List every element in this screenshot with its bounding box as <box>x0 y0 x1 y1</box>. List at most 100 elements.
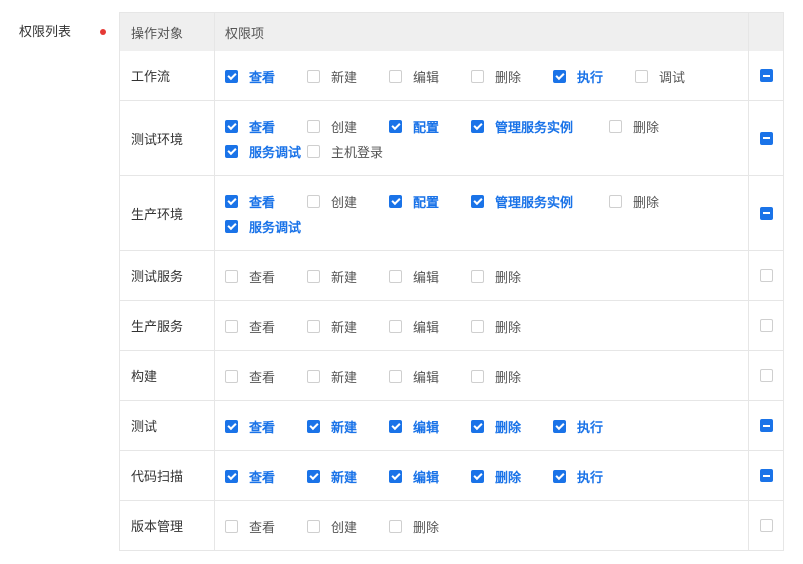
permission-label: 查看 <box>249 321 276 336</box>
permission-checkbox[interactable]: 配置 <box>389 114 471 139</box>
permission-label: 创建 <box>331 521 358 536</box>
table-row: 生产服务 查看 新建 编辑 删除 <box>120 300 783 350</box>
permission-checkbox[interactable]: 删除 <box>471 64 553 89</box>
permission-checkbox[interactable]: 执行 <box>553 64 635 89</box>
checkbox-checked-icon <box>225 120 238 133</box>
permission-checkbox[interactable]: 查看 <box>225 64 307 89</box>
permission-checkbox[interactable]: 删除 <box>471 464 553 489</box>
permission-checkbox[interactable]: 新建 <box>307 64 389 89</box>
checkbox-unchecked-icon <box>225 270 238 283</box>
checkbox-checked-icon <box>225 70 238 83</box>
checkbox-unchecked-icon <box>307 270 320 283</box>
permission-label: 删除 <box>633 196 660 211</box>
checkbox-unchecked-icon <box>389 320 402 333</box>
permission-checkbox[interactable]: 新建 <box>307 314 389 339</box>
permission-checkbox[interactable]: 查看 <box>225 264 307 289</box>
row-select-all-cell <box>749 501 783 550</box>
permission-checkbox[interactable]: 配置 <box>389 189 471 214</box>
permission-checkbox[interactable]: 查看 <box>225 314 307 339</box>
permission-checkbox[interactable]: 新建 <box>307 464 389 489</box>
permission-checkbox[interactable]: 编辑 <box>389 314 471 339</box>
checkbox-unchecked-icon <box>225 320 238 333</box>
permission-checkbox[interactable]: 新建 <box>307 364 389 389</box>
table-row: 测试服务 查看 新建 编辑 删除 <box>120 250 783 300</box>
permission-checkbox[interactable]: 查看 <box>225 189 307 214</box>
permission-checkbox[interactable]: 编辑 <box>389 64 471 89</box>
checkbox-unchecked-icon <box>307 370 320 383</box>
row-permissions: 查看 新建 编辑 删除 <box>215 251 749 300</box>
permission-label: 服务调试 <box>249 221 302 236</box>
permission-checkbox[interactable]: 删除 <box>471 364 553 389</box>
permission-checkbox[interactable]: 删除 <box>389 514 471 539</box>
permission-label: 编辑 <box>413 271 440 286</box>
row-permissions: 查看 新建 编辑 删除 <box>215 351 749 400</box>
select-all-indeterminate-checkbox[interactable] <box>759 131 773 145</box>
checkbox-unchecked-icon <box>307 120 320 133</box>
checkbox-unchecked-icon <box>389 70 402 83</box>
checkbox-checked-icon <box>307 420 320 433</box>
row-object-label: 构建 <box>120 351 215 400</box>
permission-label: 主机登录 <box>331 146 384 161</box>
table-row: 代码扫描 查看 新建 编辑 删除 执行 <box>120 450 783 500</box>
select-all-checkbox[interactable] <box>759 519 773 532</box>
checkbox-unchecked-icon <box>307 195 320 208</box>
permission-checkbox[interactable]: 查看 <box>225 464 307 489</box>
permission-checkbox[interactable]: 管理服务实例 <box>471 189 609 214</box>
permission-checkbox[interactable]: 查看 <box>225 364 307 389</box>
permission-checkbox[interactable]: 调试 <box>635 64 717 89</box>
permission-label: 查看 <box>249 121 276 136</box>
checkbox-unchecked-icon <box>307 520 320 533</box>
permission-checkbox[interactable]: 执行 <box>553 414 635 439</box>
permission-checkbox[interactable]: 查看 <box>225 514 307 539</box>
permission-checkbox[interactable]: 执行 <box>553 464 635 489</box>
checkbox-unchecked-icon <box>635 70 648 83</box>
checkbox-checked-icon <box>389 470 402 483</box>
permission-checkbox[interactable]: 编辑 <box>389 364 471 389</box>
select-all-checkbox[interactable] <box>759 269 773 282</box>
permission-label: 新建 <box>331 271 358 286</box>
permission-checkbox[interactable]: 服务调试 <box>225 139 307 164</box>
permission-checkbox[interactable]: 创建 <box>307 514 389 539</box>
permission-checkbox[interactable]: 查看 <box>225 414 307 439</box>
select-all-checkbox[interactable] <box>759 369 773 382</box>
permission-label: 调试 <box>659 71 686 86</box>
table-header: 操作对象 权限项 <box>120 13 783 51</box>
permission-label: 新建 <box>331 321 358 336</box>
permission-checkbox[interactable]: 服务调试 <box>225 214 307 239</box>
permission-checkbox[interactable]: 删除 <box>471 264 553 289</box>
permission-checkbox[interactable]: 创建 <box>307 114 389 139</box>
checkbox-unchecked-icon <box>225 370 238 383</box>
select-all-indeterminate-checkbox[interactable] <box>759 69 773 82</box>
permission-label: 管理服务实例 <box>495 121 574 136</box>
permission-checkbox[interactable]: 删除 <box>609 189 691 214</box>
permission-checkbox[interactable]: 管理服务实例 <box>471 114 609 139</box>
select-all-checkbox[interactable] <box>759 319 773 332</box>
permission-checkbox[interactable]: 删除 <box>609 114 691 139</box>
permission-checkbox[interactable]: 编辑 <box>389 414 471 439</box>
select-all-indeterminate-checkbox[interactable] <box>759 419 773 432</box>
permission-label: 编辑 <box>413 421 440 436</box>
permission-label: 管理服务实例 <box>495 196 574 211</box>
checkbox-checked-icon <box>225 470 238 483</box>
permission-checkbox[interactable]: 查看 <box>225 114 307 139</box>
row-permissions: 查看 新建 编辑 删除 执行 <box>215 401 749 450</box>
permission-label: 执行 <box>577 471 604 486</box>
checkbox-checked-icon <box>471 470 484 483</box>
permission-checkbox[interactable]: 创建 <box>307 189 389 214</box>
checkbox-checked-icon <box>225 420 238 433</box>
table-row: 版本管理 查看 创建 删除 <box>120 500 783 550</box>
permission-checkbox[interactable]: 编辑 <box>389 264 471 289</box>
permission-checkbox[interactable]: 新建 <box>307 264 389 289</box>
permission-checkbox[interactable]: 新建 <box>307 414 389 439</box>
select-all-indeterminate-checkbox[interactable] <box>759 469 773 482</box>
permission-checkbox[interactable]: 编辑 <box>389 464 471 489</box>
permission-checkbox[interactable]: 主机登录 <box>307 139 389 164</box>
row-object-label: 测试服务 <box>120 251 215 300</box>
permission-checkbox[interactable]: 删除 <box>471 414 553 439</box>
select-all-indeterminate-checkbox[interactable] <box>759 206 773 220</box>
permission-checkbox[interactable]: 删除 <box>471 314 553 339</box>
checkbox-unchecked-icon <box>225 520 238 533</box>
permission-label: 创建 <box>331 121 358 136</box>
permission-list-label: 权限列表 <box>19 25 72 40</box>
checkbox-checked-icon <box>225 220 238 233</box>
